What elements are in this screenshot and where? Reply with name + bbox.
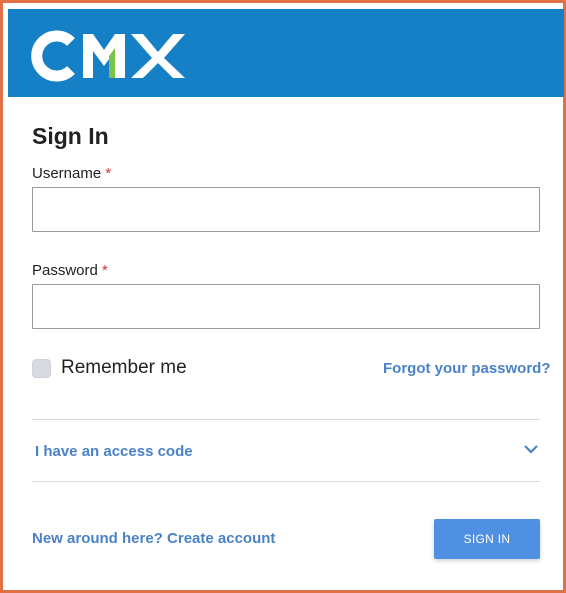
login-panel: Sign In Username * Password * Remember m… — [0, 0, 566, 593]
header-bar — [8, 9, 564, 97]
username-input[interactable] — [32, 187, 540, 232]
password-input[interactable] — [32, 284, 540, 329]
password-label: Password * — [32, 262, 108, 279]
remember-me-row[interactable]: Remember me — [32, 357, 187, 379]
required-mark: * — [102, 262, 108, 279]
page-title: Sign In — [32, 123, 109, 149]
remember-me-label: Remember me — [61, 357, 187, 378]
required-mark: * — [105, 165, 112, 182]
access-code-toggle[interactable]: I have an access code — [35, 443, 193, 460]
cmx-logo — [31, 30, 185, 82]
remember-me-checkbox[interactable] — [32, 358, 51, 378]
username-label: Username * — [32, 165, 111, 182]
username-label-text: Username — [32, 165, 102, 182]
create-account-link[interactable]: New around here? Create account — [32, 530, 275, 547]
chevron-down-icon[interactable] — [523, 443, 539, 455]
sign-in-button[interactable]: SIGN IN — [434, 519, 540, 559]
password-label-text: Password — [32, 262, 98, 279]
divider — [32, 481, 540, 482]
forgot-password-link[interactable]: Forgot your password? — [383, 360, 551, 377]
divider — [32, 419, 540, 420]
